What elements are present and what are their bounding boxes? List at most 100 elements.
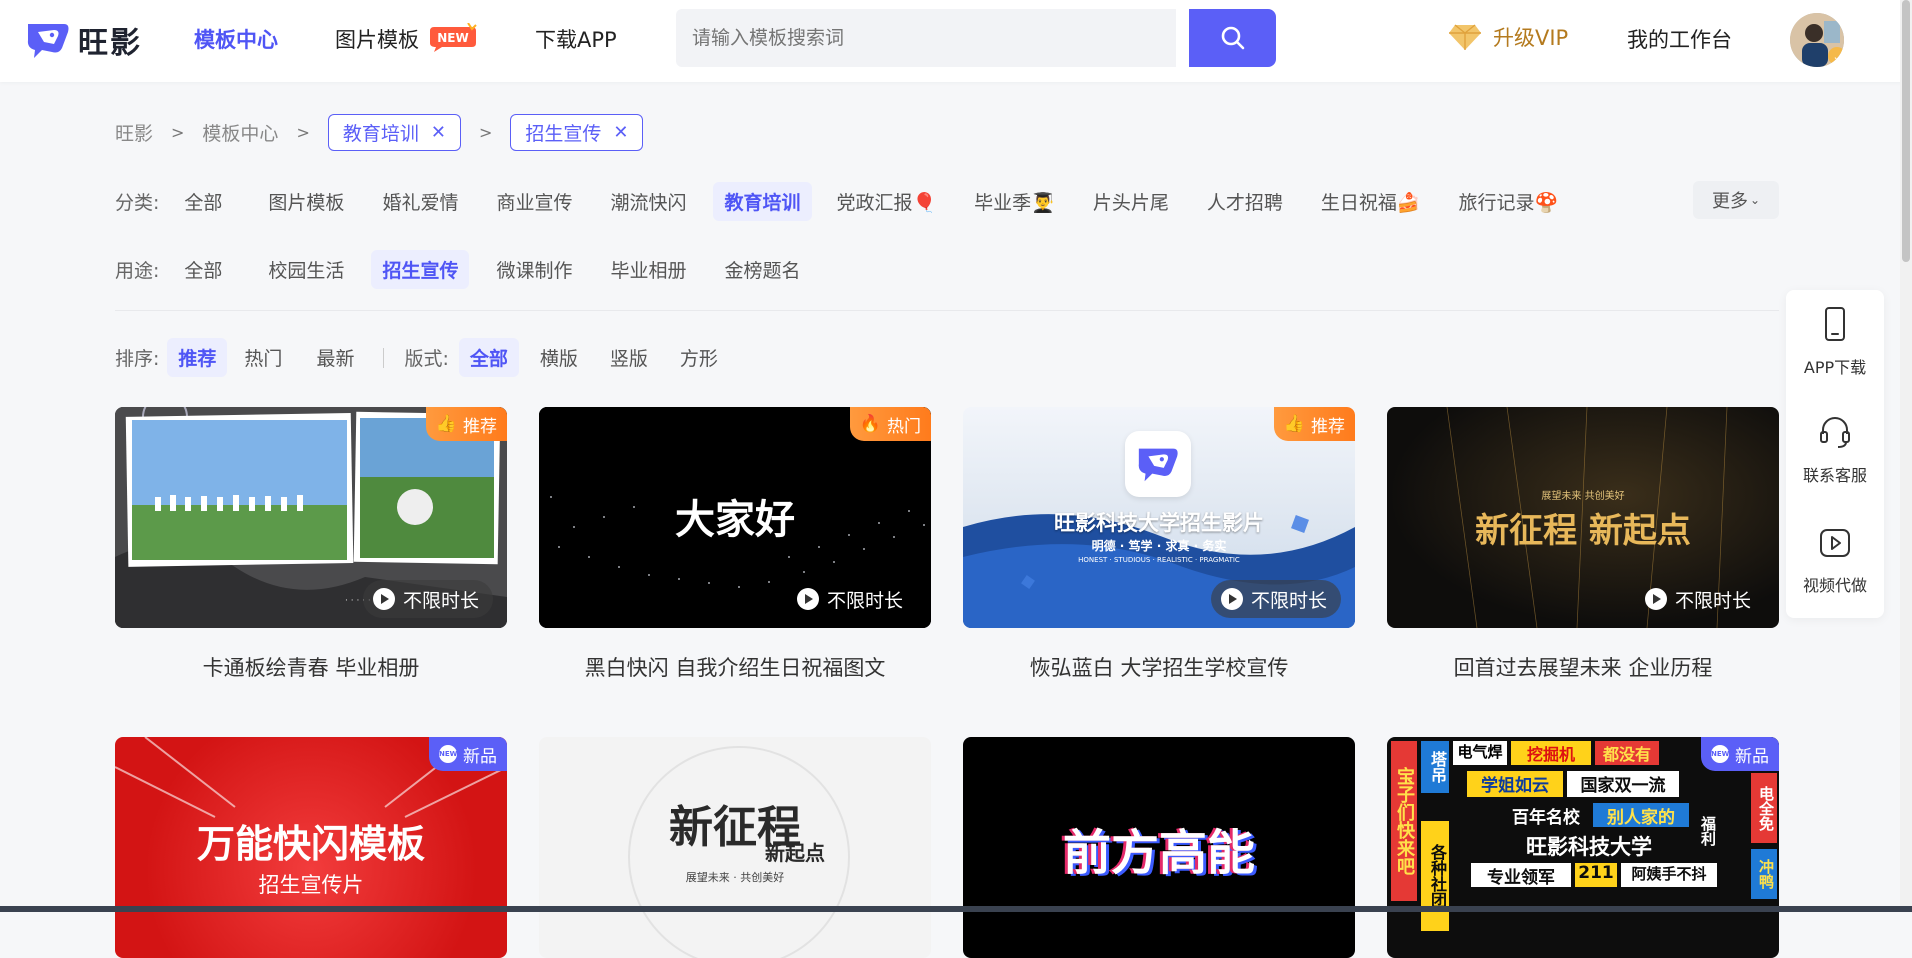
duration-label: 不限时长 [402, 589, 479, 612]
bottom-bar [0, 906, 1912, 912]
usage-micro-lesson[interactable]: 微课制作 [485, 250, 583, 289]
sort-newest[interactable]: 最新 [305, 338, 365, 377]
breadcrumb-template-center[interactable]: 模板中心 [202, 119, 278, 146]
close-icon[interactable]: ✕ [431, 122, 446, 143]
template-card[interactable]: 展望未来 共创美好 新征程 新起点 不限时长 回首过去展望未来 企业历程 [1387, 407, 1779, 682]
sort-recommended[interactable]: 推荐 [167, 338, 228, 377]
badge-label: 新品 [1735, 746, 1769, 767]
category-flash[interactable]: 潮流快闪 [599, 182, 697, 221]
video-play-icon [1820, 529, 1850, 557]
breadcrumb-tag-education[interactable]: 教育培训 ✕ [327, 114, 461, 151]
template-card[interactable]: 旺影科技大学招生影片 明德 · 笃学 · 求真 · 务实 HONEST · ST… [963, 407, 1355, 682]
thumbs-up-icon: 👍 [435, 414, 457, 434]
category-wedding[interactable]: 婚礼爱情 [371, 182, 469, 221]
vip-label: 升级VIP [1493, 26, 1569, 50]
format-landscape[interactable]: 横版 [529, 338, 589, 377]
badge-label: 热门 [887, 416, 921, 437]
template-title[interactable]: 恢弘蓝白 大学招生学校宣传 [963, 652, 1355, 682]
template-thumbnail[interactable]: 万能快闪模板 招生宣传片 NEW 新品 [115, 737, 507, 958]
category-party-report[interactable]: 党政汇报🎈 [826, 182, 948, 221]
template-title[interactable]: 黑白快闪 自我介绍生日祝福图文 [539, 652, 931, 682]
template-thumbnail[interactable]: · · · · · · · 👍 推荐 不限时长 [115, 407, 507, 628]
usage-graduation-album[interactable]: 毕业相册 [599, 250, 697, 289]
template-thumbnail[interactable]: 新征程 新起点 展望未来 · 共创美好 [539, 737, 931, 958]
nav-template-center[interactable]: 模板中心 [194, 24, 278, 54]
side-app-download[interactable]: APP下载 [1786, 306, 1884, 378]
chevron-down-icon: ⌄ [1749, 193, 1761, 207]
play-icon [1220, 588, 1243, 610]
template-card[interactable]: 前方高能 [963, 737, 1355, 958]
nav-download-app[interactable]: 下载APP [535, 24, 617, 54]
site-logo[interactable]: 旺影 [24, 18, 142, 62]
diamond-icon [1449, 24, 1481, 50]
word-tile: 福利 [1699, 816, 1717, 846]
more-categories-button[interactable]: 更多 ⌄ [1693, 181, 1779, 219]
category-intro-outro[interactable]: 片头片尾 [1082, 182, 1180, 221]
template-card[interactable]: 大家好 🔥 热门 不限时长 黑白快闪 自我介绍生日祝福图文 [539, 407, 931, 682]
sort-popular[interactable]: 热门 [233, 338, 293, 377]
template-thumbnail[interactable]: 旺影科技大学招生影片 明德 · 笃学 · 求真 · 务实 HONEST · ST… [963, 407, 1355, 628]
template-title[interactable]: 卡通板绘青春 毕业相册 [115, 652, 507, 682]
duration-label: 不限时长 [1674, 589, 1751, 612]
scrollbar-thumb[interactable] [1902, 0, 1910, 262]
usage-exam-success[interactable]: 金榜题名 [713, 250, 811, 289]
template-card[interactable]: 新征程 新起点 展望未来 · 共创美好 [539, 737, 931, 958]
upgrade-vip-button[interactable]: 升级VIP [1447, 22, 1568, 52]
recommended-badge: 👍 推荐 [1273, 407, 1355, 441]
side-item-label: APP下载 [1803, 358, 1867, 377]
word-tile: 宝子们快来吧 [1391, 741, 1417, 901]
avatar[interactable]: ⌄ [1790, 13, 1844, 67]
sort-divider [383, 347, 385, 368]
category-birthday[interactable]: 生日祝福🍰 [1310, 182, 1432, 221]
logo-icon [27, 24, 69, 58]
category-graduation[interactable]: 毕业季👨‍🎓 [963, 182, 1066, 221]
word-tile: 百年名校 [1512, 808, 1580, 828]
breadcrumb-home[interactable]: 旺影 [115, 119, 153, 146]
duration-tag: 不限时长 [1635, 580, 1765, 618]
sort-format-filter: 排序: 推荐 热门 最新 版式: 全部 横版 竖版 方形 [115, 338, 745, 377]
search-button[interactable] [1189, 9, 1276, 67]
word-tile: 学姐如云 [1467, 771, 1563, 797]
template-card[interactable]: 宝子们快来吧 塔吊 电气焊 挖掘机 都没有 学姐如云 国家双一流 百年名校 别人… [1387, 737, 1779, 958]
template-card[interactable]: 万能快闪模板 招生宣传片 NEW 新品 [115, 737, 507, 958]
logo-text: 旺影 [78, 26, 142, 61]
template-title[interactable]: 回首过去展望未来 企业历程 [1387, 652, 1779, 682]
category-image-templates[interactable]: 图片模板 [257, 182, 355, 221]
breadcrumb-tag-label: 招生宣传 [525, 123, 602, 145]
word-tile: 挖掘机 [1511, 741, 1591, 765]
category-all[interactable]: 全部 [173, 182, 233, 221]
duration-tag: 不限时长 [362, 580, 493, 618]
format-square[interactable]: 方形 [669, 338, 729, 377]
thumbnail-subtitle: 明德 · 笃学 · 求真 · 务实 [1091, 539, 1227, 553]
format-all[interactable]: 全部 [458, 338, 519, 377]
template-card[interactable]: · · · · · · · 👍 推荐 不限时长 卡通板绘青春 毕业相册 [115, 407, 507, 682]
nav-image-templates[interactable]: 图片模板 [335, 24, 419, 54]
usage-campus-life[interactable]: 校园生活 [257, 250, 355, 289]
format-portrait[interactable]: 竖版 [599, 338, 659, 377]
category-education[interactable]: 教育培训 [713, 182, 812, 221]
usage-enrollment[interactable]: 招生宣传 [371, 250, 470, 289]
category-recruitment[interactable]: 人才招聘 [1196, 182, 1294, 221]
breadcrumb-tag-enrollment[interactable]: 招生宣传 ✕ [510, 114, 644, 151]
side-customer-service[interactable]: 联系客服 [1786, 414, 1884, 486]
category-travel[interactable]: 旅行记录🍄 [1448, 182, 1570, 221]
badge-label: 推荐 [1311, 416, 1345, 437]
template-thumbnail[interactable]: 大家好 🔥 热门 不限时长 [539, 407, 931, 628]
badge-label: 推荐 [463, 416, 497, 437]
template-thumbnail[interactable]: 前方高能 [963, 737, 1355, 958]
word-tile: 国家双一流 [1567, 771, 1679, 797]
category-business[interactable]: 商业宣传 [485, 182, 583, 221]
word-tile: 都没有 [1595, 741, 1659, 765]
side-video-service[interactable]: 视频代做 [1786, 526, 1884, 596]
template-thumbnail[interactable]: 宝子们快来吧 塔吊 电气焊 挖掘机 都没有 学姐如云 国家双一流 百年名校 别人… [1387, 737, 1779, 958]
template-thumbnail[interactable]: 展望未来 共创美好 新征程 新起点 不限时长 [1387, 407, 1779, 628]
close-icon[interactable]: ✕ [613, 122, 628, 143]
new-badge: NEW 新品 [1701, 737, 1779, 771]
mobile-phone-icon [1825, 307, 1845, 341]
search-input[interactable] [676, 9, 1176, 67]
thumbnail-subtitle: 新起点 [765, 841, 825, 865]
my-workspace-link[interactable]: 我的工作台 [1627, 24, 1732, 54]
word-tile: 各种社团 [1421, 821, 1449, 931]
usage-all[interactable]: 全部 [173, 250, 233, 289]
word-tile: 冲鸭 [1751, 849, 1777, 899]
